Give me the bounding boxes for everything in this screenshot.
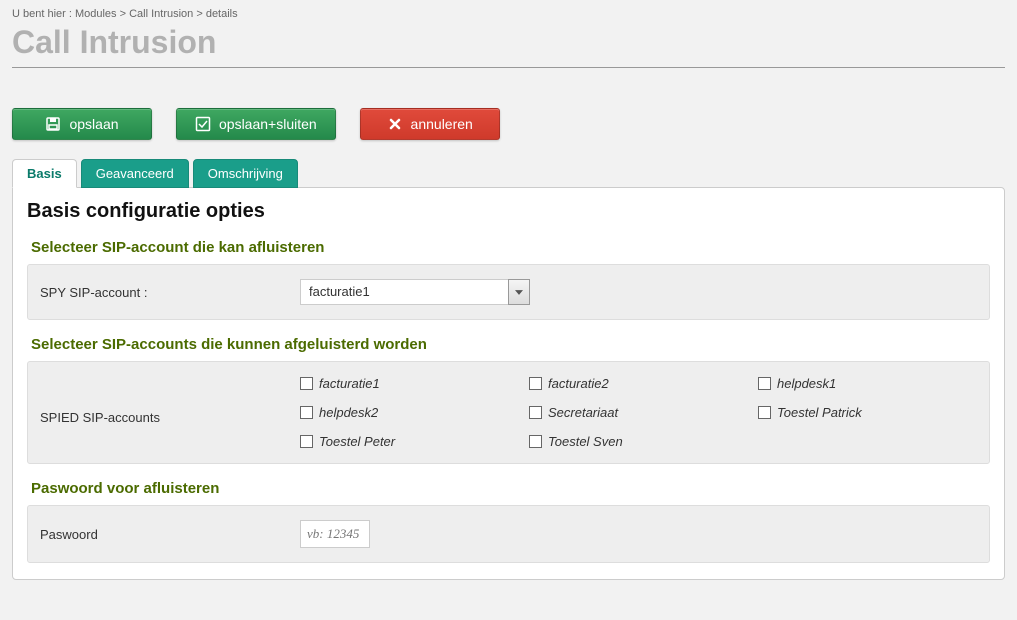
spied-accounts-label: SPIED SIP-accounts [40, 376, 300, 425]
checkbox-box[interactable] [758, 377, 771, 390]
password-group: Paswoord [27, 505, 990, 563]
spy-account-label: SPY SIP-account : [40, 285, 300, 300]
title-divider [12, 67, 1005, 68]
save-icon [45, 116, 61, 132]
save-close-button[interactable]: opslaan+sluiten [176, 108, 336, 140]
close-icon [387, 116, 403, 132]
spied-section-title: Selecteer SIP-accounts die kunnen afgelu… [31, 336, 990, 353]
checkbox-label: facturatie1 [319, 376, 380, 391]
save-close-button-label: opslaan+sluiten [219, 116, 317, 132]
spy-account-select[interactable]: facturatie1 [300, 279, 530, 305]
checkbox-toestel-peter[interactable]: Toestel Peter [300, 434, 519, 449]
password-input[interactable] [300, 520, 370, 548]
breadcrumb: U bent hier : Modules > Call Intrusion >… [12, 8, 1005, 20]
checkbox-box[interactable] [300, 435, 313, 448]
checkbox-label: Toestel Sven [548, 434, 623, 449]
spied-accounts-grid: facturatie1 facturatie2 helpdesk1 helpde… [300, 376, 977, 449]
save-button[interactable]: opslaan [12, 108, 152, 140]
tab-advanced[interactable]: Geavanceerd [81, 159, 189, 188]
toolbar: opslaan opslaan+sluiten annuleren [12, 108, 1005, 140]
spy-section-title: Selecteer SIP-account die kan afluistere… [31, 239, 990, 256]
checkbox-box[interactable] [300, 377, 313, 390]
checkbox-toestel-patrick[interactable]: Toestel Patrick [758, 405, 977, 420]
chevron-down-icon[interactable] [508, 279, 530, 305]
spy-group: SPY SIP-account : facturatie1 [27, 264, 990, 320]
password-label: Paswoord [40, 527, 300, 542]
checkbox-helpdesk2[interactable]: helpdesk2 [300, 405, 519, 420]
checkbox-secretariaat[interactable]: Secretariaat [529, 405, 748, 420]
checkbox-box[interactable] [758, 406, 771, 419]
cancel-button[interactable]: annuleren [360, 108, 500, 140]
checkbox-box[interactable] [529, 435, 542, 448]
cancel-button-label: annuleren [411, 116, 473, 132]
spied-group: SPIED SIP-accounts facturatie1 facturati… [27, 361, 990, 464]
config-panel: Basis configuratie opties Selecteer SIP-… [12, 187, 1005, 580]
panel-heading: Basis configuratie opties [27, 200, 990, 223]
save-button-label: opslaan [69, 116, 118, 132]
checkbox-box[interactable] [529, 377, 542, 390]
checkbox-label: helpdesk1 [777, 376, 836, 391]
checkbox-label: helpdesk2 [319, 405, 378, 420]
checkbox-helpdesk1[interactable]: helpdesk1 [758, 376, 977, 391]
tab-bar: Basis Geavanceerd Omschrijving [12, 158, 1005, 187]
check-icon [195, 116, 211, 132]
checkbox-label: Secretariaat [548, 405, 618, 420]
page-title: Call Intrusion [12, 24, 1005, 61]
checkbox-label: Toestel Peter [319, 434, 395, 449]
checkbox-label: Toestel Patrick [777, 405, 862, 420]
checkbox-facturatie2[interactable]: facturatie2 [529, 376, 748, 391]
checkbox-box[interactable] [300, 406, 313, 419]
spy-account-value: facturatie1 [300, 279, 508, 305]
tab-basis[interactable]: Basis [12, 159, 77, 188]
checkbox-facturatie1[interactable]: facturatie1 [300, 376, 519, 391]
checkbox-toestel-sven[interactable]: Toestel Sven [529, 434, 748, 449]
checkbox-box[interactable] [529, 406, 542, 419]
tab-description[interactable]: Omschrijving [193, 159, 298, 188]
checkbox-label: facturatie2 [548, 376, 609, 391]
password-section-title: Paswoord voor afluisteren [31, 480, 990, 497]
